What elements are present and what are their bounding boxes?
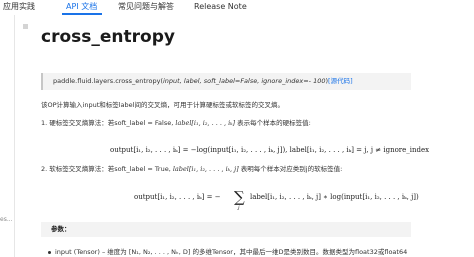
summation-index: j bbox=[238, 205, 240, 211]
hard-label-formula: output[i₁, i₂, . . . , iₖ] = −log(input[… bbox=[110, 146, 430, 154]
top-navigation: 应用实践 API 文档 常见问题与解答 Release Note bbox=[0, 0, 474, 15]
item2-text: 2. 软标签交叉熵算法：若soft_label = True, bbox=[41, 165, 173, 173]
param-input-description: input (Tensor) – 维度为 [N₁, N₂, . . . , Nₖ… bbox=[55, 248, 408, 256]
sidebar-divider bbox=[14, 15, 15, 257]
signature-prefix: paddle.fluid.layers.cross_entropy( bbox=[53, 77, 163, 85]
active-tab-underline bbox=[62, 13, 102, 15]
soft-label-description: 2. 软标签交叉熵算法：若soft_label = True, label[i₁… bbox=[41, 165, 342, 174]
page-title: cross_entropy bbox=[41, 27, 175, 47]
nav-item-api-docs[interactable]: API 文档 bbox=[66, 1, 97, 12]
parameters-title: 参数： bbox=[51, 225, 71, 233]
soft-label-formula-rhs: label[i₁, i₂, . . . , iₖ, j] ∗ log(input… bbox=[250, 193, 419, 201]
nav-item-release-note[interactable]: Release Note bbox=[194, 1, 247, 12]
source-code-link[interactable]: [源代码] bbox=[328, 77, 353, 85]
item1-text-after: 表示每个样本的硬标签值: bbox=[235, 119, 311, 127]
item1-text: 1. 硬标签交叉熵算法：若soft_label = False, bbox=[41, 119, 176, 127]
nav-item-faq[interactable]: 常见问题与解答 bbox=[118, 1, 174, 12]
summation-symbol: ∑ bbox=[234, 188, 245, 206]
nav-item-practice[interactable]: 应用实践 bbox=[3, 1, 35, 12]
sidebar-partial-text[interactable]: es... bbox=[0, 216, 13, 223]
soft-label-formula-lhs: output[i₁, i₂, . . . , iₖ] = − bbox=[134, 193, 221, 201]
intro-text: 该OP计算输入input和标签label间的交叉熵，可用于计算硬标签或软标签的交… bbox=[41, 101, 284, 109]
hard-label-description: 1. 硬标签交叉熵算法：若soft_label = False, label[i… bbox=[41, 119, 311, 128]
item1-math: label[i₁, i₂, . . . , iₖ] bbox=[175, 119, 236, 127]
sidebar-toggle-icon[interactable] bbox=[23, 24, 28, 29]
api-signature: paddle.fluid.layers.cross_entropy(input,… bbox=[53, 77, 353, 86]
signature-args: input, label, soft_label=False, ignore_i… bbox=[163, 77, 326, 85]
item2-text-after: 表明每个样本对应类别j的软标签值: bbox=[238, 165, 343, 173]
bullet-dot bbox=[48, 251, 51, 254]
item2-math: label[i₁, i₂, . . . , iₖ, j] bbox=[172, 165, 239, 173]
api-signature-box: paddle.fluid.layers.cross_entropy(input,… bbox=[41, 73, 411, 90]
parameters-section: 参数： bbox=[41, 222, 411, 237]
